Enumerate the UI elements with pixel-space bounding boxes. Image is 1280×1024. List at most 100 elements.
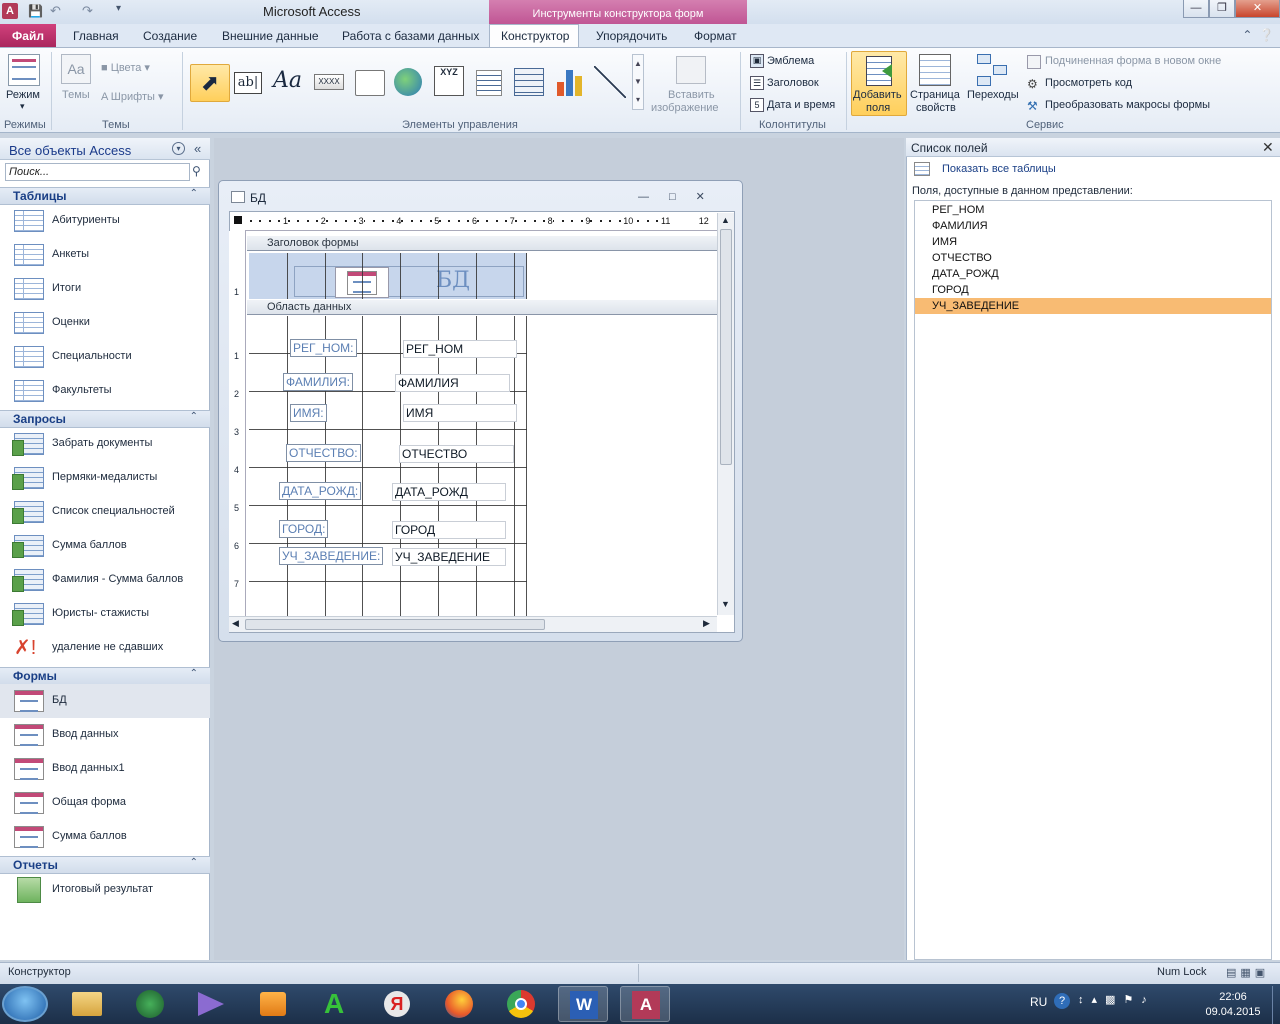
field-item[interactable]: РЕГ_НОМ xyxy=(915,202,1271,218)
form-close-icon[interactable]: ✕ xyxy=(696,191,725,203)
property-sheet-icon[interactable] xyxy=(919,54,951,86)
tab-format[interactable]: Формат xyxy=(694,29,737,43)
nav-item-table[interactable]: Итоги xyxy=(0,272,210,306)
taskbar-visual-studio[interactable] xyxy=(186,986,236,1022)
view-mode-icon[interactable] xyxy=(8,54,40,86)
form-selector-icon[interactable] xyxy=(234,216,242,224)
nav-item-report[interactable]: Итоговый результат xyxy=(0,873,210,907)
nav-item-table[interactable]: Абитуриенты xyxy=(0,204,210,238)
option-group-icon[interactable] xyxy=(514,68,544,96)
nav-item-table[interactable]: Анкеты xyxy=(0,238,210,272)
select-pointer-icon[interactable]: ⬈ xyxy=(190,64,230,102)
show-desktop-button[interactable] xyxy=(1272,986,1280,1024)
datetime-button[interactable]: Дата и время xyxy=(767,99,835,111)
textbox-familiya[interactable]: ФАМИЛИЯ xyxy=(395,374,510,392)
button-control-icon[interactable]: XXXX xyxy=(314,74,344,90)
taskbar-access[interactable]: A xyxy=(620,986,670,1022)
navigation-control-icon[interactable] xyxy=(476,70,502,96)
view-mode-button[interactable]: Режим xyxy=(6,89,40,101)
nav-item-form[interactable]: Общая форма xyxy=(0,786,210,820)
nav-item-form[interactable]: Ввод данных xyxy=(0,718,210,752)
tab-arrange[interactable]: Упорядочить xyxy=(596,29,667,43)
nav-item-query[interactable]: Список специальностей xyxy=(0,495,210,529)
redo-icon[interactable]: ↷ xyxy=(82,3,93,19)
taskbar-yandex-browser[interactable]: Я xyxy=(372,986,422,1022)
title-button[interactable]: Заголовок xyxy=(767,77,819,89)
nav-item-query[interactable]: Юристы- стажисты xyxy=(0,597,210,631)
nav-item-form[interactable]: БД xyxy=(0,684,210,718)
nav-section-forms[interactable]: Формы ⌃ xyxy=(0,667,210,685)
web-browser-control-icon[interactable]: XYZ xyxy=(434,66,464,96)
tab-home[interactable]: Главная xyxy=(73,29,119,43)
logo-button[interactable]: Эмблема xyxy=(767,55,814,67)
label-data-rozhd[interactable]: ДАТА_РОЖД: xyxy=(279,482,362,500)
textbox-data-rozhd[interactable]: ДАТА_РОЖД xyxy=(392,483,506,501)
hyperlink-control-icon[interactable] xyxy=(394,68,422,96)
property-sheet-button[interactable]: Страница xyxy=(910,89,960,101)
form-header-band[interactable]: Заголовок формы xyxy=(247,236,717,251)
label-reg-nom[interactable]: РЕГ_НОМ: xyxy=(290,339,357,357)
nav-item-form[interactable]: Ввод данных1 xyxy=(0,752,210,786)
label-imya[interactable]: ИМЯ: xyxy=(290,404,327,422)
view-mode-dropdown-icon[interactable]: ▾ xyxy=(20,101,25,112)
tab-control-icon[interactable] xyxy=(355,70,385,96)
textbox-otchestvo[interactable]: ОТЧЕСТВО xyxy=(399,445,514,463)
textbox-gorod[interactable]: ГОРОД xyxy=(392,521,506,539)
view-switcher-icons[interactable]: ▤▦▣ xyxy=(1226,966,1269,979)
maximize-button[interactable]: ❐ xyxy=(1209,0,1235,18)
taskbar-chrome[interactable] xyxy=(496,986,546,1022)
field-item-selected[interactable]: УЧ_ЗАВЕДЕНИЕ xyxy=(915,298,1271,314)
access-app-icon[interactable]: A xyxy=(2,3,18,19)
tab-database-tools[interactable]: Работа с базами данных xyxy=(342,29,479,43)
transitions-button[interactable]: Переходы xyxy=(967,89,1019,101)
nav-section-queries[interactable]: Запросы ⌃ xyxy=(0,410,210,428)
help-icon[interactable]: ⌃ ❔ xyxy=(1242,28,1274,42)
nav-item-table[interactable]: Оценки xyxy=(0,306,210,340)
detail-area[interactable] xyxy=(249,316,527,616)
view-code-button[interactable]: Просмотреть код xyxy=(1045,77,1132,89)
taskbar-download-app[interactable] xyxy=(124,986,174,1022)
line-control-icon[interactable] xyxy=(594,66,626,98)
field-list-close-icon[interactable]: ✕ xyxy=(1262,139,1274,156)
nav-item-query[interactable]: Пермяки-медалисты xyxy=(0,461,210,495)
start-button[interactable] xyxy=(2,986,48,1022)
close-button[interactable]: ✕ xyxy=(1235,0,1280,18)
search-icon[interactable]: ⚲ xyxy=(192,164,201,178)
tray-language[interactable]: RU xyxy=(1030,995,1047,1009)
taskbar-explorer[interactable] xyxy=(62,986,112,1022)
tab-design[interactable]: Конструктор xyxy=(501,29,569,43)
label-control-icon[interactable]: Aa xyxy=(273,68,305,96)
convert-macros-button[interactable]: Преобразовать макросы формы xyxy=(1045,99,1210,111)
navigation-pane-title[interactable]: Все объекты Access xyxy=(9,143,131,158)
textbox-control-icon[interactable]: ab| xyxy=(234,72,262,94)
collapse-pane-icon[interactable]: « xyxy=(194,141,201,156)
help-tray-icon[interactable]: ? xyxy=(1054,993,1070,1009)
nav-item-query[interactable]: ✗! удаление не сдавших xyxy=(0,631,210,665)
nav-item-table[interactable]: Факультеты xyxy=(0,374,210,408)
taskbar-green-a-app[interactable]: A xyxy=(310,986,360,1022)
header-title-label[interactable]: БД xyxy=(436,268,470,293)
form-vertical-scrollbar[interactable]: ▲ ▼ xyxy=(717,213,734,615)
controls-gallery-scroll[interactable]: ▲ ▼ ▾ xyxy=(632,54,644,110)
nav-item-query[interactable]: Фамилия - Сумма баллов xyxy=(0,563,210,597)
customize-toolbar-icon[interactable]: ▾ xyxy=(116,3,121,14)
field-item[interactable]: ИМЯ xyxy=(915,234,1271,250)
field-item[interactable]: ДАТА_РОЖД xyxy=(915,266,1271,282)
nav-item-table[interactable]: Специальности xyxy=(0,340,210,374)
detail-band[interactable]: Область данных xyxy=(247,300,717,315)
tray-clock[interactable]: 22:06 09.04.2015 xyxy=(1198,990,1268,1020)
undo-icon[interactable]: ↶ xyxy=(50,3,61,19)
tab-create[interactable]: Создание xyxy=(143,29,197,43)
nav-item-query[interactable]: Сумма баллов xyxy=(0,529,210,563)
save-icon[interactable]: 💾 xyxy=(28,4,43,18)
tray-icons[interactable]: ↕▴▩⚑♪ xyxy=(1078,993,1155,1006)
form-minimize-icon[interactable]: — xyxy=(638,191,669,203)
tab-file[interactable]: Файл xyxy=(0,24,56,48)
nav-section-reports[interactable]: Отчеты ⌃ xyxy=(0,856,210,874)
nav-search-input[interactable]: Поиск... xyxy=(5,163,190,181)
nav-item-query[interactable]: Забрать документы xyxy=(0,427,210,461)
taskbar-firefox[interactable] xyxy=(434,986,484,1022)
field-item[interactable]: ГОРОД xyxy=(915,282,1271,298)
minimize-button[interactable]: — xyxy=(1183,0,1209,18)
form-restore-icon[interactable]: □ xyxy=(669,191,696,203)
